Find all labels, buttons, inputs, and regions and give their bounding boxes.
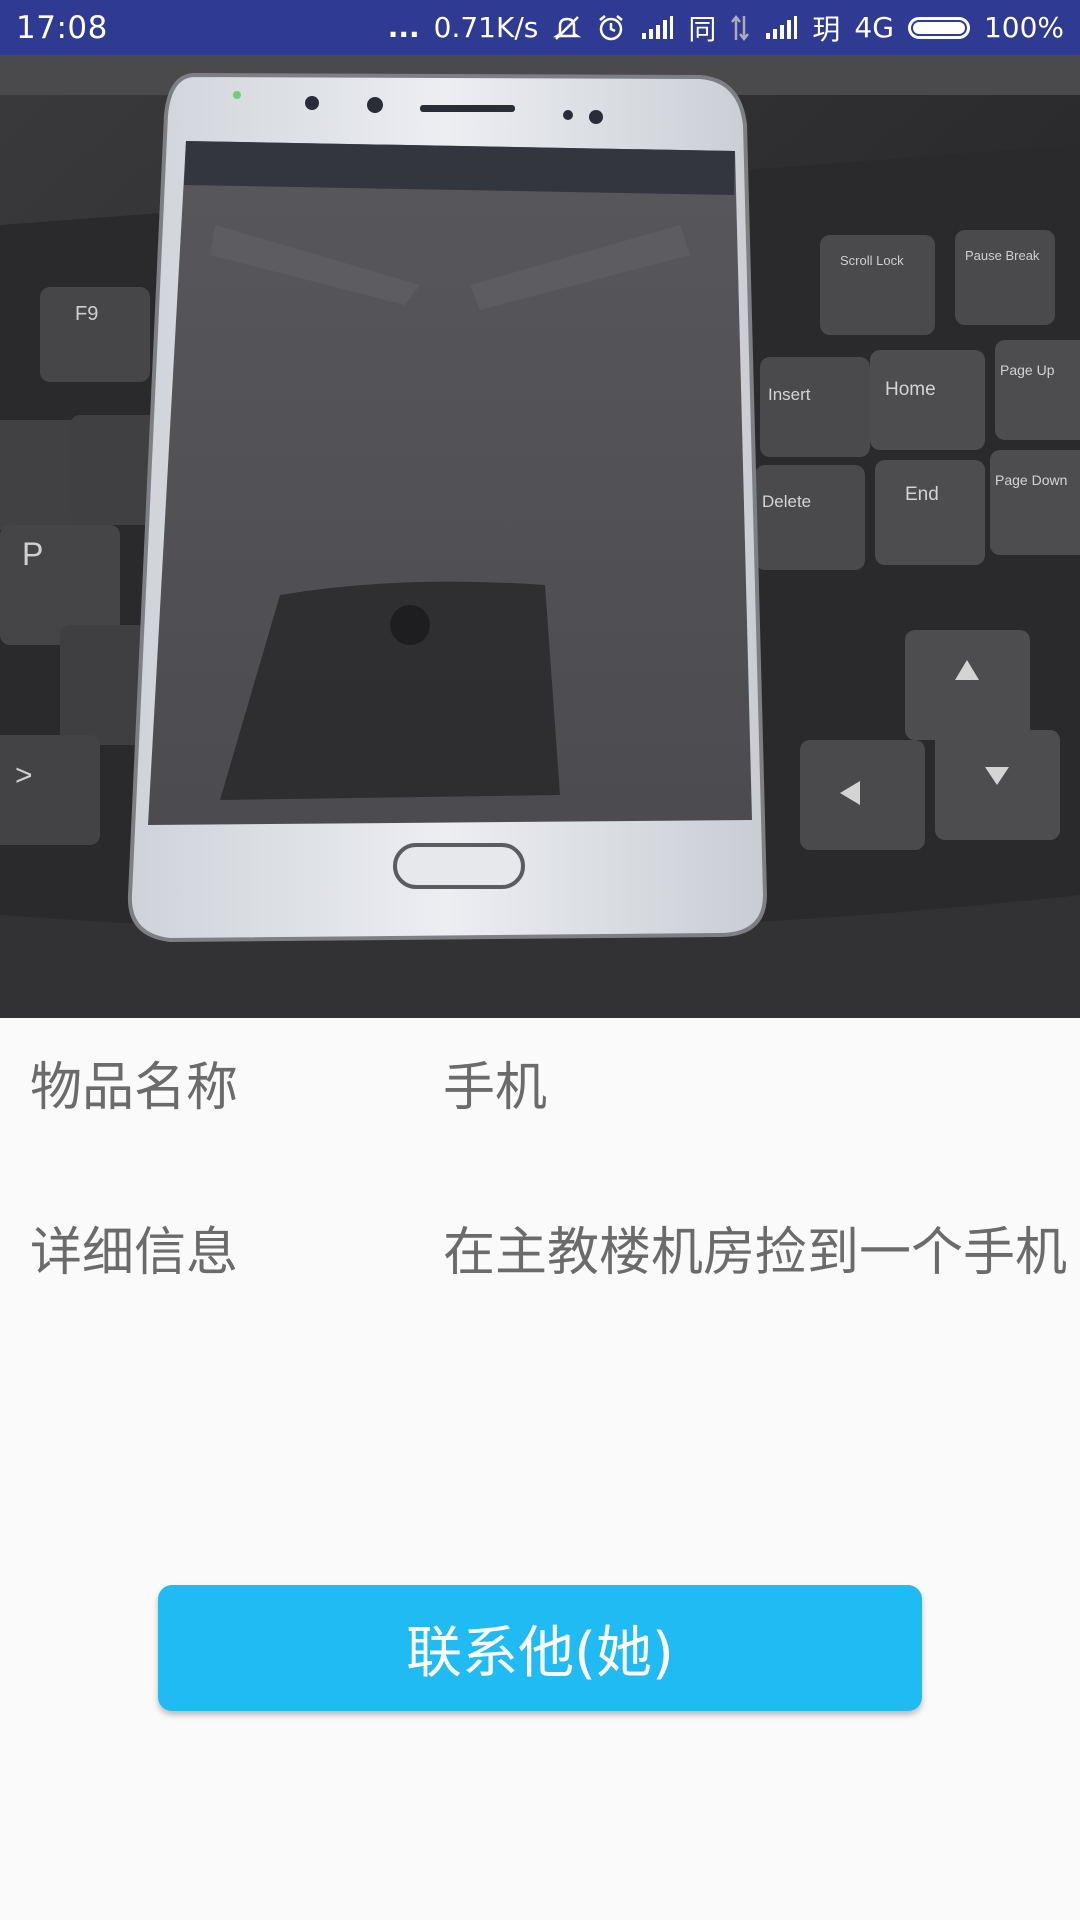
signal-icon: [640, 15, 674, 41]
item-name-label: 物品名称: [30, 1058, 239, 1118]
key-label-page-up: Page Up: [1000, 362, 1055, 378]
key-label-p: P: [22, 536, 43, 572]
sim2-label: 玥: [812, 12, 841, 46]
data-transfer-icon: [730, 14, 750, 42]
svg-text:>: >: [15, 759, 33, 792]
item-name-value: 手机: [443, 1058, 548, 1118]
key-label-delete: Delete: [762, 492, 811, 511]
key-label-pause-break: Pause Break: [965, 248, 1040, 263]
status-bar: 17:08 ... 0.71K/s 同 玥 4G 100%: [0, 0, 1080, 55]
contact-button[interactable]: 联系他(她): [158, 1585, 922, 1711]
photographed-phone: [127, 72, 768, 943]
key-label-page-down: Page Down: [995, 472, 1067, 488]
sim1-label: 同: [688, 12, 717, 46]
key-label-home: Home: [885, 379, 936, 400]
item-info-label: 详细信息: [30, 1223, 239, 1283]
battery-percent: 100%: [983, 11, 1064, 44]
key-label-scroll-lock: Scroll Lock: [840, 253, 904, 268]
key-label-f9: F9: [75, 303, 98, 325]
signal-icon: [764, 15, 798, 41]
item-info-value: 在主教楼机房捡到一个手机: [443, 1223, 1068, 1283]
battery-icon: [907, 16, 970, 39]
mute-icon: [552, 13, 582, 43]
notification-dots: ...: [387, 11, 420, 44]
key-label-insert: Insert: [768, 385, 811, 404]
alarm-icon: [596, 13, 626, 43]
status-time: 17:08: [16, 9, 108, 46]
phone-on-keyboard-photo: F9 P > Scroll Lock Pause Break Insert Ho…: [0, 55, 1080, 1018]
item-photo[interactable]: F9 P > Scroll Lock Pause Break Insert Ho…: [0, 55, 1080, 1018]
network-speed: 0.71K/s: [433, 11, 539, 44]
battery-fill: [912, 21, 965, 34]
key-label-end: End: [905, 484, 939, 505]
status-indicators: ... 0.71K/s 同 玥 4G 100%: [388, 8, 1064, 48]
network-type: 4G: [854, 11, 894, 44]
